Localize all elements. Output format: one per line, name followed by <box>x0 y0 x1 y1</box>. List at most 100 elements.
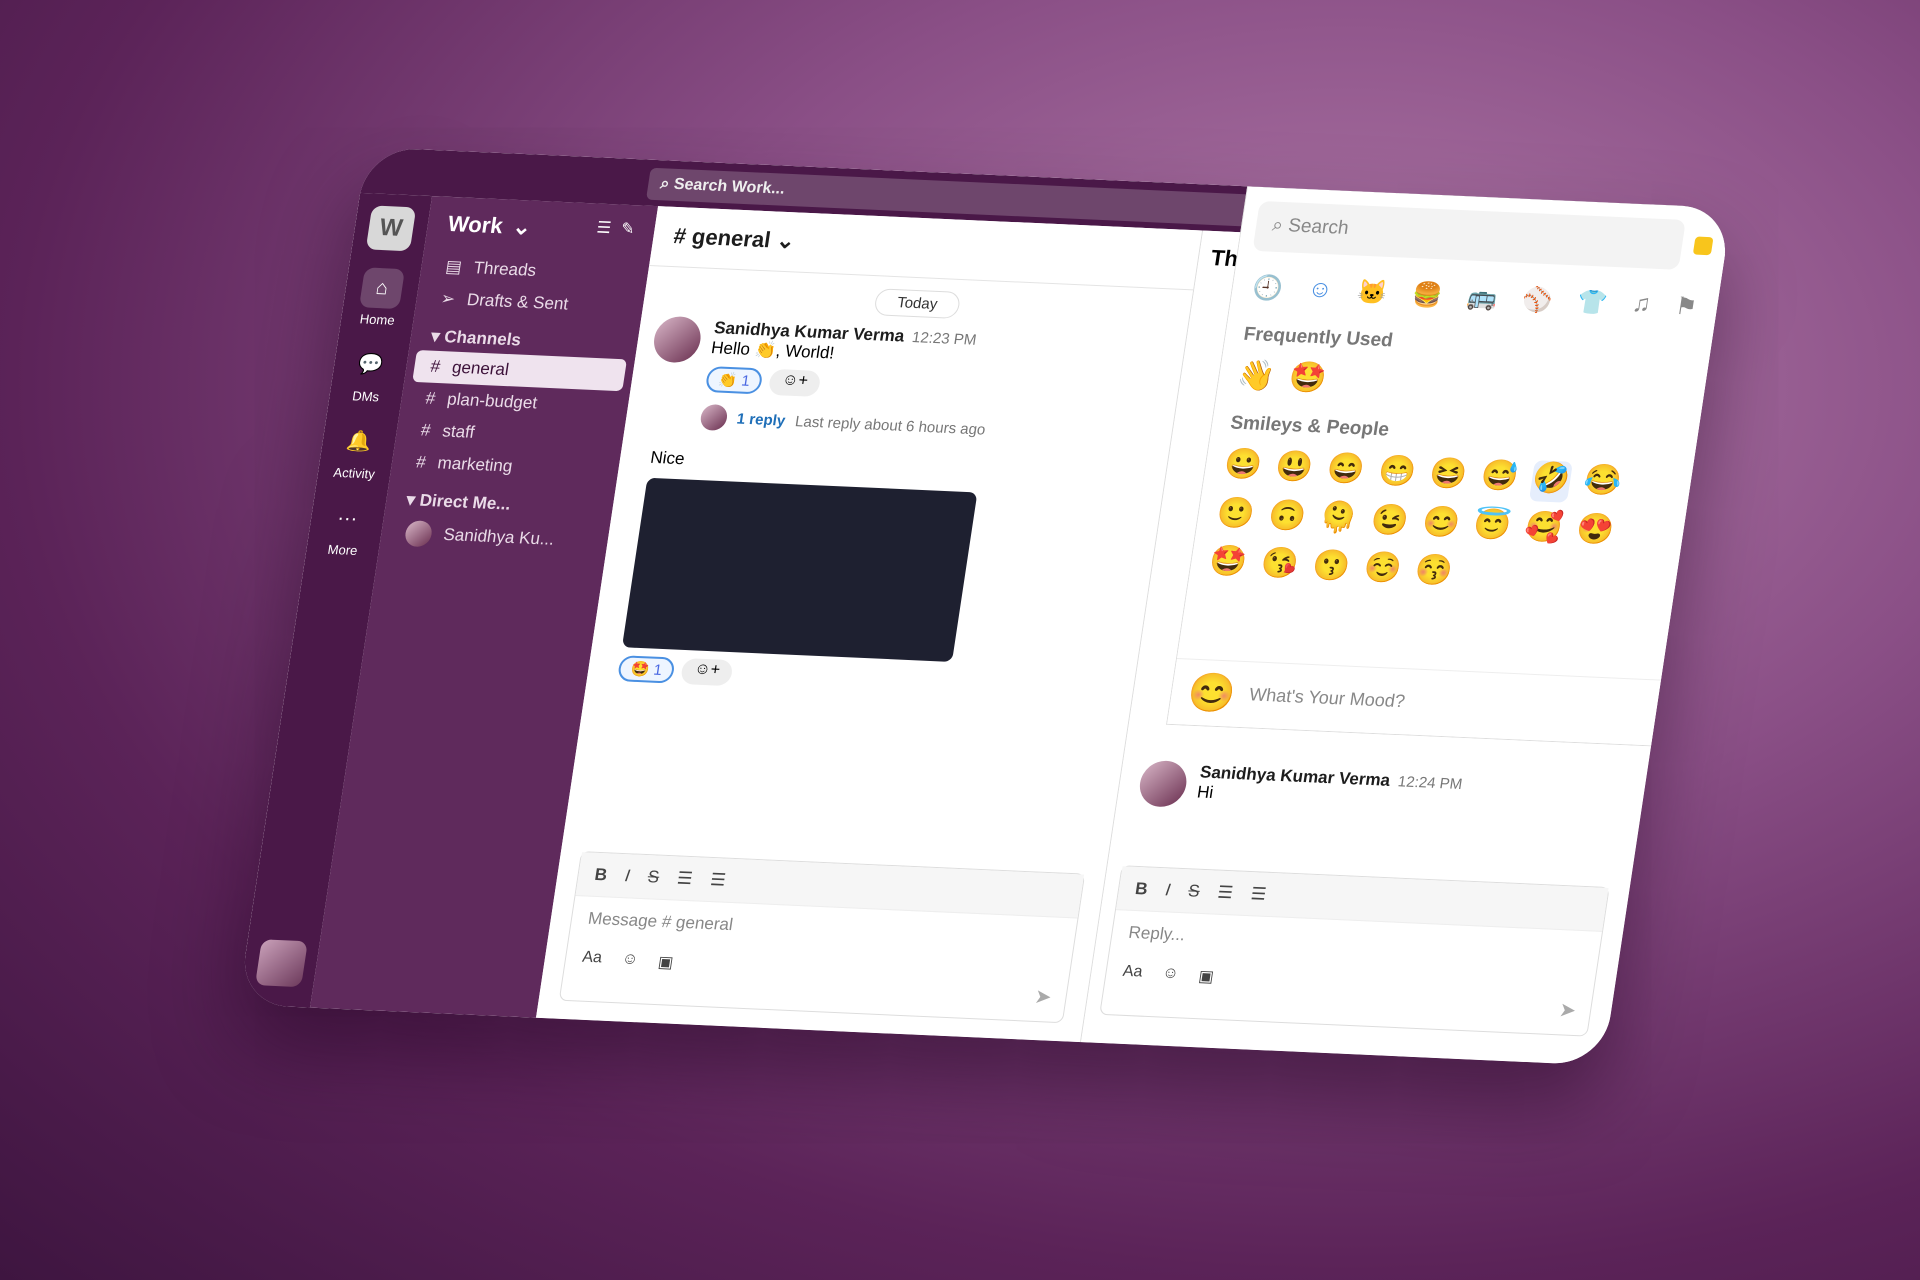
emoji-category-tab[interactable]: ♫ <box>1630 290 1652 320</box>
rail-dms[interactable]: 💬 DMs <box>329 343 410 405</box>
emoji-category-tab[interactable]: 🐱 <box>1355 278 1389 308</box>
emoji-category-tab[interactable]: 👕 <box>1575 288 1609 318</box>
format-icon[interactable]: Aa <box>1121 963 1144 984</box>
emoji-icon[interactable]: ☺ <box>620 950 640 971</box>
add-reaction-icon[interactable]: ☺+ <box>680 658 734 687</box>
italic-button[interactable]: I <box>1164 880 1172 899</box>
chat-icon: 💬 <box>356 353 385 377</box>
rail-label: More <box>326 541 359 559</box>
dm-label: Sanidhya Ku... <box>442 524 556 549</box>
add-reaction-icon[interactable]: ☺+ <box>767 368 822 397</box>
emoji-button[interactable]: 😗 <box>1309 548 1352 590</box>
emoji-category-tab[interactable]: ⚾ <box>1520 285 1554 315</box>
avatar <box>650 315 704 364</box>
search-placeholder: Search Work... <box>672 175 787 198</box>
more-icon: ··· <box>335 507 359 530</box>
emoji-button[interactable]: 😁 <box>1375 453 1418 495</box>
reply-count-link[interactable]: 1 reply <box>736 410 787 429</box>
sidebar-label: Drafts & Sent <box>465 290 570 314</box>
rail-label: Activity <box>332 464 376 482</box>
emoji-button[interactable]: 😃 <box>1272 449 1315 491</box>
emoji-category-tab[interactable]: ☺ <box>1306 275 1335 305</box>
message-composer: B I S ☰ ☰ Message # general Aa ☺ ▣ ➤ <box>558 851 1086 1024</box>
filter-icon[interactable]: ☰ <box>594 218 612 245</box>
channel-label: plan-budget <box>445 389 539 413</box>
emoji-button[interactable]: 🥰 <box>1522 509 1565 551</box>
reaction-count: 1 <box>652 661 664 680</box>
emoji-button[interactable]: 👋 <box>1235 358 1278 395</box>
rail-home[interactable]: ⌂ Home <box>340 267 421 329</box>
emoji-button[interactable]: 🙂 <box>1214 495 1257 537</box>
bullet-list-icon[interactable]: ☰ <box>709 870 727 890</box>
emoji-button[interactable]: 😆 <box>1426 456 1469 498</box>
emoji-icon[interactable]: ☺ <box>1161 964 1180 985</box>
emoji-category-tab[interactable]: 🕘 <box>1251 273 1285 303</box>
skin-tone-button[interactable] <box>1692 236 1714 256</box>
smileys-emoji-grid: 😀 😃 😄 😁 😆 😅 🤣 😂 🙂 🙃 🫠 😉 😊 😇 🥰 😍 🤩 😘 😗 ☺️ 😚 <box>1187 440 1694 611</box>
threads-icon: ▤ <box>444 256 464 277</box>
reaction-button[interactable]: 🤩 1 <box>616 655 676 684</box>
bold-button[interactable]: B <box>593 865 608 884</box>
mood-emoji: 😊 <box>1184 671 1239 716</box>
emoji-button[interactable]: 😘 <box>1258 546 1301 588</box>
mood-text: What's Your Mood? <box>1247 684 1407 712</box>
italic-button[interactable]: I <box>624 866 632 885</box>
workspace-button[interactable]: W <box>365 205 417 252</box>
reaction-button[interactable]: 👏 1 <box>704 366 764 395</box>
attached-image[interactable] <box>621 477 978 662</box>
image-icon[interactable]: ▣ <box>1197 966 1215 987</box>
ordered-list-icon[interactable]: ☰ <box>676 869 694 889</box>
chevron-down-icon: ⌄ <box>774 227 797 254</box>
image-icon[interactable]: ▣ <box>657 952 675 973</box>
emoji-button[interactable]: 😚 <box>1412 553 1455 595</box>
thread-reply: Sanidhya Kumar Verma 12:24 PM Hi <box>1117 759 1626 827</box>
strike-button[interactable]: S <box>1187 881 1201 900</box>
bell-icon: 🔔 <box>344 430 374 454</box>
channel-label: staff <box>441 421 476 442</box>
avatar <box>403 520 434 548</box>
compose-icon[interactable]: ✎ <box>619 219 636 246</box>
timestamp: 12:24 PM <box>1396 773 1464 794</box>
rail-label: DMs <box>351 388 381 405</box>
strike-button[interactable]: S <box>646 867 660 886</box>
user-avatar[interactable] <box>255 939 308 988</box>
emoji-category-tab[interactable]: 🚌 <box>1465 283 1499 313</box>
message: Sanidhya Kumar Verma 12:23 PM Hello 👏, Wo… <box>623 305 1187 461</box>
emoji-picker: ⌕ Search 🕘 ☺ 🐱 🍔 🚌 ⚾ 👕 ♫ ⚑ Frequently Used 👋 🤩 Sm… <box>1166 186 1732 747</box>
emoji-category-tab[interactable]: ⚑ <box>1673 292 1699 322</box>
search-placeholder: Search <box>1286 215 1351 239</box>
emoji-button[interactable]: 😂 <box>1580 462 1623 504</box>
format-icon[interactable]: Aa <box>581 949 603 970</box>
chevron-down-icon[interactable]: ⌄ <box>511 214 533 241</box>
emoji-button[interactable]: ☺️ <box>1360 550 1403 592</box>
channel-label: marketing <box>436 453 514 476</box>
ordered-list-icon[interactable]: ☰ <box>1216 883 1234 903</box>
emoji-button[interactable]: 😊 <box>1419 504 1462 546</box>
emoji-category-tab[interactable]: 🍔 <box>1410 280 1444 310</box>
reaction-emoji: 👏 <box>717 371 739 390</box>
emoji-button[interactable]: 🤩 <box>1206 543 1249 585</box>
emoji-button[interactable]: 😉 <box>1368 502 1411 544</box>
emoji-button[interactable]: 😅 <box>1478 458 1521 500</box>
bullet-list-icon[interactable]: ☰ <box>1250 884 1268 904</box>
emoji-button[interactable]: 😄 <box>1324 451 1367 493</box>
rail-more[interactable]: ··· More <box>306 497 387 559</box>
send-icon[interactable]: ➤ <box>1557 997 1578 1023</box>
emoji-button[interactable]: 🤩 <box>1286 360 1329 397</box>
emoji-button[interactable]: 😇 <box>1470 506 1513 548</box>
send-icon[interactable]: ➤ <box>1033 984 1054 1010</box>
workspace-name[interactable]: Work <box>446 211 504 239</box>
emoji-button[interactable]: 🤣 <box>1529 460 1573 503</box>
avatar <box>698 403 729 431</box>
reaction-count: 1 <box>740 372 752 390</box>
emoji-button[interactable]: 🙃 <box>1265 497 1308 539</box>
emoji-button[interactable]: 😀 <box>1221 446 1264 488</box>
bold-button[interactable]: B <box>1134 879 1149 898</box>
reaction-emoji: 🤩 <box>629 660 651 679</box>
emoji-button[interactable]: 🫠 <box>1316 500 1359 542</box>
emoji-button[interactable]: 😍 <box>1573 511 1616 553</box>
last-reply-text: Last reply about 6 hours ago <box>794 412 987 439</box>
avatar <box>1136 759 1190 808</box>
rail-activity[interactable]: 🔔 Activity <box>317 420 398 482</box>
section-label: Channels <box>443 327 523 350</box>
